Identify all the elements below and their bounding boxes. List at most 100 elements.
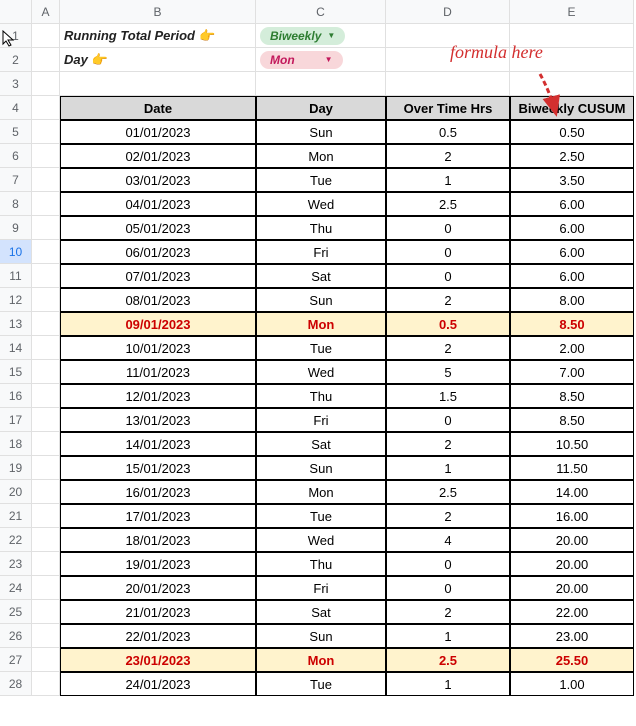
- row-header-26[interactable]: 26: [0, 624, 32, 648]
- table-cell-ot[interactable]: 1: [386, 456, 510, 480]
- cell-c1[interactable]: Biweekly ▼: [256, 24, 386, 48]
- cell-c3[interactable]: [256, 72, 386, 96]
- table-cell-date[interactable]: 02/01/2023: [60, 144, 256, 168]
- table-cell-day[interactable]: Mon: [256, 312, 386, 336]
- cell-a20[interactable]: [32, 480, 60, 504]
- table-cell-day[interactable]: Mon: [256, 144, 386, 168]
- row-header-8[interactable]: 8: [0, 192, 32, 216]
- table-cell-ot[interactable]: 0: [386, 576, 510, 600]
- table-cell-day[interactable]: Fri: [256, 408, 386, 432]
- table-cell-ot[interactable]: 0: [386, 240, 510, 264]
- table-cell-ot[interactable]: 4: [386, 528, 510, 552]
- table-cell-day[interactable]: Sun: [256, 120, 386, 144]
- table-cell-cusum[interactable]: 6.00: [510, 240, 634, 264]
- col-header-d[interactable]: D: [386, 0, 510, 24]
- row-header-27[interactable]: 27: [0, 648, 32, 672]
- row-header-2[interactable]: 2: [0, 48, 32, 72]
- select-all-corner[interactable]: [0, 0, 32, 24]
- row-header-23[interactable]: 23: [0, 552, 32, 576]
- table-cell-cusum[interactable]: 6.00: [510, 192, 634, 216]
- table-cell-cusum[interactable]: 7.00: [510, 360, 634, 384]
- cell-a6[interactable]: [32, 144, 60, 168]
- cell-e3[interactable]: [510, 72, 634, 96]
- table-cell-date[interactable]: 19/01/2023: [60, 552, 256, 576]
- row-header-17[interactable]: 17: [0, 408, 32, 432]
- cell-a21[interactable]: [32, 504, 60, 528]
- table-cell-day[interactable]: Tue: [256, 168, 386, 192]
- row-header-13[interactable]: 13: [0, 312, 32, 336]
- table-cell-cusum[interactable]: 6.00: [510, 216, 634, 240]
- cell-a23[interactable]: [32, 552, 60, 576]
- cell-b2[interactable]: Day 👉: [60, 48, 256, 72]
- table-cell-day[interactable]: Sat: [256, 432, 386, 456]
- table-cell-cusum[interactable]: 11.50: [510, 456, 634, 480]
- row-header-15[interactable]: 15: [0, 360, 32, 384]
- row-header-24[interactable]: 24: [0, 576, 32, 600]
- cell-a28[interactable]: [32, 672, 60, 696]
- table-cell-day[interactable]: Fri: [256, 576, 386, 600]
- table-header-day[interactable]: Day: [256, 96, 386, 120]
- table-cell-day[interactable]: Sun: [256, 456, 386, 480]
- table-cell-day[interactable]: Tue: [256, 504, 386, 528]
- table-cell-day[interactable]: Fri: [256, 240, 386, 264]
- row-header-1[interactable]: 1: [0, 24, 32, 48]
- row-header-10[interactable]: 10: [0, 240, 32, 264]
- cell-a16[interactable]: [32, 384, 60, 408]
- table-cell-date[interactable]: 14/01/2023: [60, 432, 256, 456]
- row-header-21[interactable]: 21: [0, 504, 32, 528]
- cell-a14[interactable]: [32, 336, 60, 360]
- table-cell-ot[interactable]: 1.5: [386, 384, 510, 408]
- cell-e1[interactable]: [510, 24, 634, 48]
- table-cell-date[interactable]: 22/01/2023: [60, 624, 256, 648]
- cell-c2[interactable]: Mon ▼: [256, 48, 386, 72]
- table-cell-date[interactable]: 16/01/2023: [60, 480, 256, 504]
- row-header-14[interactable]: 14: [0, 336, 32, 360]
- table-cell-cusum[interactable]: 2.50: [510, 144, 634, 168]
- table-cell-ot[interactable]: 0.5: [386, 120, 510, 144]
- table-cell-date[interactable]: 01/01/2023: [60, 120, 256, 144]
- row-header-3[interactable]: 3: [0, 72, 32, 96]
- cell-a19[interactable]: [32, 456, 60, 480]
- cell-a12[interactable]: [32, 288, 60, 312]
- cell-b1[interactable]: Running Total Period 👉: [60, 24, 256, 48]
- cell-d3[interactable]: [386, 72, 510, 96]
- table-cell-cusum[interactable]: 3.50: [510, 168, 634, 192]
- period-dropdown[interactable]: Biweekly ▼: [260, 27, 345, 45]
- cell-a10[interactable]: [32, 240, 60, 264]
- table-cell-day[interactable]: Thu: [256, 216, 386, 240]
- table-cell-ot[interactable]: 5: [386, 360, 510, 384]
- table-cell-day[interactable]: Sun: [256, 288, 386, 312]
- cell-a17[interactable]: [32, 408, 60, 432]
- table-cell-date[interactable]: 09/01/2023: [60, 312, 256, 336]
- table-cell-day[interactable]: Wed: [256, 192, 386, 216]
- table-cell-ot[interactable]: 2: [386, 432, 510, 456]
- cell-d1[interactable]: [386, 24, 510, 48]
- table-header-cusum[interactable]: Biweekly CUSUM: [510, 96, 634, 120]
- table-cell-ot[interactable]: 0: [386, 216, 510, 240]
- table-cell-date[interactable]: 04/01/2023: [60, 192, 256, 216]
- cell-a7[interactable]: [32, 168, 60, 192]
- table-cell-cusum[interactable]: 10.50: [510, 432, 634, 456]
- col-header-e[interactable]: E: [510, 0, 634, 24]
- table-cell-date[interactable]: 10/01/2023: [60, 336, 256, 360]
- table-cell-day[interactable]: Tue: [256, 672, 386, 696]
- cell-a18[interactable]: [32, 432, 60, 456]
- col-header-c[interactable]: C: [256, 0, 386, 24]
- cell-a13[interactable]: [32, 312, 60, 336]
- cell-a4[interactable]: [32, 96, 60, 120]
- table-cell-cusum[interactable]: 20.00: [510, 528, 634, 552]
- table-cell-ot[interactable]: 2: [386, 144, 510, 168]
- cell-a25[interactable]: [32, 600, 60, 624]
- table-cell-date[interactable]: 06/01/2023: [60, 240, 256, 264]
- row-header-9[interactable]: 9: [0, 216, 32, 240]
- row-header-12[interactable]: 12: [0, 288, 32, 312]
- cell-a27[interactable]: [32, 648, 60, 672]
- cell-d2[interactable]: [386, 48, 510, 72]
- row-header-5[interactable]: 5: [0, 120, 32, 144]
- table-cell-day[interactable]: Sun: [256, 624, 386, 648]
- cell-a9[interactable]: [32, 216, 60, 240]
- cell-a15[interactable]: [32, 360, 60, 384]
- table-cell-ot[interactable]: 2.5: [386, 480, 510, 504]
- table-cell-ot[interactable]: 0: [386, 264, 510, 288]
- table-cell-day[interactable]: Tue: [256, 336, 386, 360]
